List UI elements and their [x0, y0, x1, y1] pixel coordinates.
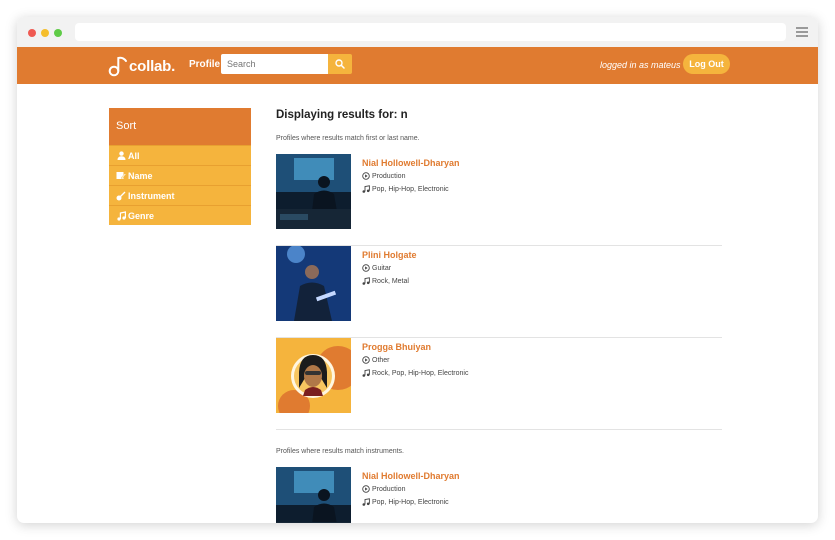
result-genres: Rock, Pop, Hip-Hop, Electronic [362, 369, 468, 377]
result-name-link[interactable]: Progga Bhuiyan [362, 342, 431, 352]
name-match-note: Profiles where results match first or la… [276, 135, 420, 142]
profile-photo[interactable] [276, 467, 351, 523]
profile-photo[interactable] [276, 154, 351, 229]
minimize-window-button[interactable] [41, 29, 49, 37]
result-genres-text: Rock, Metal [372, 277, 409, 285]
result-genres: Pop, Hip-Hop, Electronic [362, 185, 449, 193]
guitar-icon [116, 191, 126, 201]
result-name-link[interactable]: Nial Hollowell-Dharyan [362, 158, 460, 168]
result-name-link[interactable]: Nial Hollowell-Dharyan [362, 471, 460, 481]
play-circle-icon [362, 172, 370, 180]
close-window-button[interactable] [28, 29, 36, 37]
logo-text: collab. [129, 57, 176, 75]
sort-option-instrument[interactable]: Instrument [109, 185, 251, 205]
play-circle-icon [362, 485, 370, 493]
result-card: Progga Bhuiyan Other Rock, Pop, Hip-Hop,… [276, 338, 722, 430]
collab-logo[interactable]: collab. [108, 54, 175, 78]
result-role-text: Production [372, 172, 406, 180]
result-genres: Rock, Metal [362, 277, 409, 285]
logout-button[interactable]: Log Out [683, 54, 730, 74]
music-note-icon [362, 369, 370, 377]
result-role: Production [362, 172, 405, 180]
result-role-text: Guitar [372, 264, 392, 272]
result-role-text: Other [372, 356, 390, 364]
profile-photo[interactable] [276, 246, 351, 321]
id-card-icon [116, 171, 126, 181]
results-heading: Displaying results for: n [276, 109, 408, 121]
result-genres: Pop, Hip-Hop, Electronic [362, 498, 449, 506]
profile-link[interactable]: Profile [189, 59, 220, 70]
sort-option-genre[interactable]: Genre [109, 205, 251, 225]
maximize-window-button[interactable] [54, 29, 62, 37]
search-button[interactable] [328, 54, 352, 74]
instrument-match-note: Profiles where results match instruments… [276, 448, 404, 455]
play-circle-icon [362, 356, 370, 364]
music-note-icon [116, 210, 126, 221]
result-role: Production [362, 485, 405, 493]
address-bar[interactable] [75, 23, 786, 41]
result-role: Guitar [362, 264, 391, 272]
sort-title: Sort [109, 108, 251, 145]
sort-option-label: Genre [128, 210, 155, 221]
sort-option-all[interactable]: All [109, 145, 251, 165]
result-name-link[interactable]: Plini Holgate [362, 250, 417, 260]
sort-option-label: Name [128, 170, 153, 181]
music-note-icon [362, 185, 370, 193]
browser-window: collab. Profile logged in as mateus Log … [17, 17, 818, 523]
result-role: Other [362, 356, 390, 364]
search-input[interactable] [221, 54, 328, 74]
user-icon [116, 151, 126, 161]
browser-chrome [17, 17, 818, 47]
result-card: Nial Hollowell-Dharyan Production Pop, H… [276, 154, 722, 246]
sort-sidebar: Sort All Name Instrument Genre [109, 108, 251, 225]
results-panel: Displaying results for: n Profiles where… [276, 108, 722, 523]
sort-option-label: Instrument [128, 190, 175, 201]
logged-in-status: logged in as mateus [600, 60, 681, 70]
result-card: Plini Holgate Guitar Rock, Metal [276, 246, 722, 338]
hamburger-menu-icon[interactable] [796, 27, 808, 37]
music-note-logo-icon [108, 56, 127, 77]
music-note-icon [362, 498, 370, 506]
result-genres-text: Pop, Hip-Hop, Electronic [372, 185, 449, 193]
top-navbar: collab. Profile logged in as mateus Log … [17, 47, 818, 84]
result-genres-text: Rock, Pop, Hip-Hop, Electronic [372, 369, 469, 377]
search-icon [335, 59, 345, 69]
play-circle-icon [362, 264, 370, 272]
result-role-text: Production [372, 485, 406, 493]
result-card: Nial Hollowell-Dharyan Production Pop, H… [276, 467, 722, 523]
result-genres-text: Pop, Hip-Hop, Electronic [372, 498, 449, 506]
sort-option-name[interactable]: Name [109, 165, 251, 185]
profile-photo[interactable] [276, 338, 351, 413]
sort-option-label: All [128, 150, 140, 161]
music-note-icon [362, 277, 370, 285]
